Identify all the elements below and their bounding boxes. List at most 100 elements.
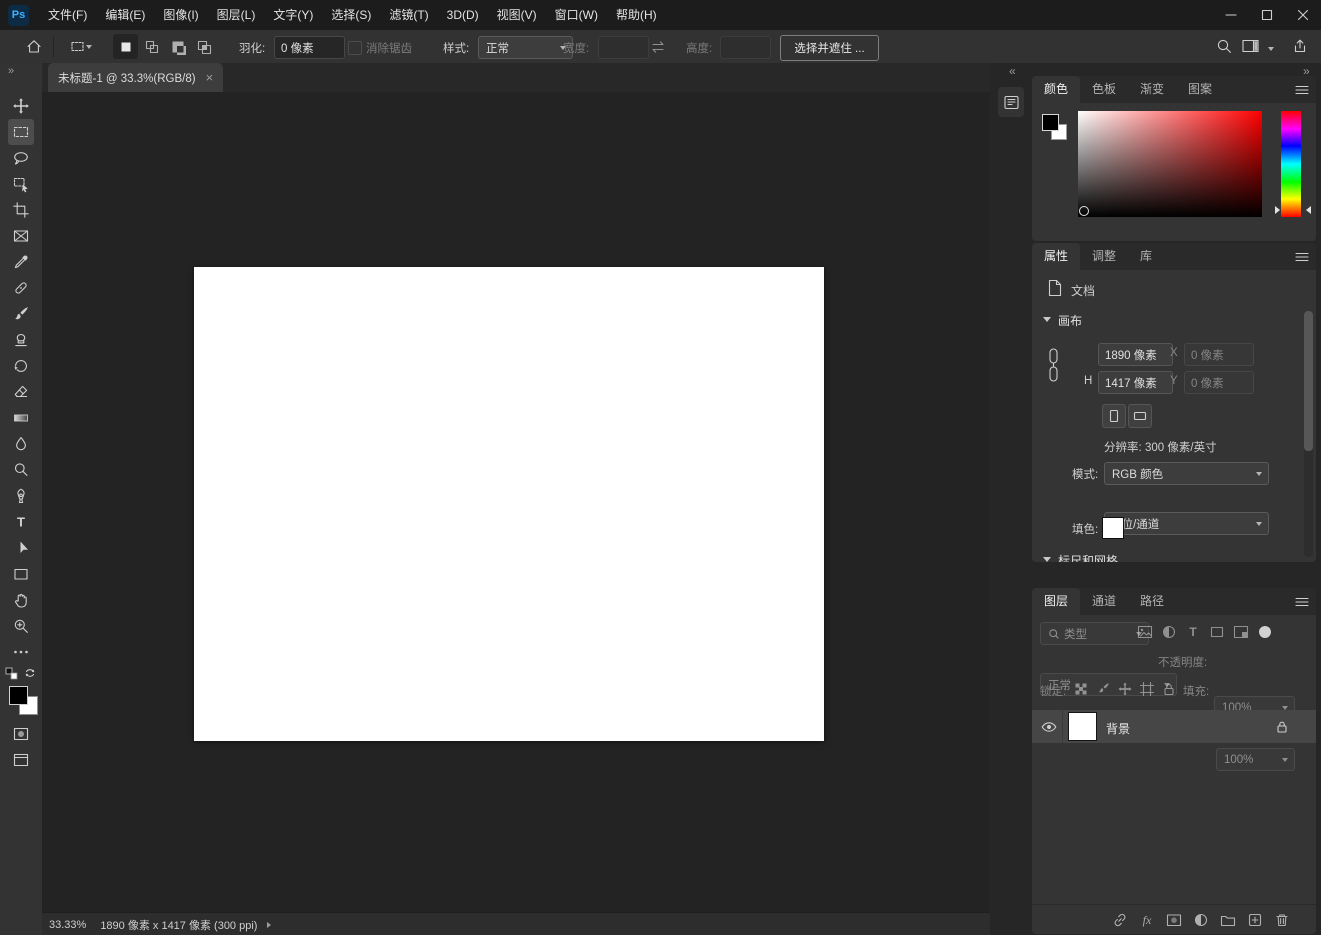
- menu-help[interactable]: 帮助(H): [607, 0, 666, 30]
- gradient-tool[interactable]: [8, 405, 34, 431]
- hue-marker-icon[interactable]: [1275, 206, 1284, 214]
- object-selection-tool[interactable]: [8, 171, 34, 197]
- minimize-button[interactable]: [1213, 0, 1249, 30]
- maximize-button[interactable]: [1249, 0, 1285, 30]
- delete-layer-icon[interactable]: [1273, 911, 1291, 929]
- style-dropdown[interactable]: 正常: [478, 36, 573, 59]
- color-mode-dropdown[interactable]: RGB 颜色: [1104, 462, 1269, 485]
- select-and-mask-button[interactable]: 选择并遮住 ...: [780, 35, 879, 61]
- move-tool[interactable]: [8, 93, 34, 119]
- intersect-selection-mode-button[interactable]: [191, 34, 216, 59]
- history-brush-tool[interactable]: [8, 353, 34, 379]
- brush-tool[interactable]: [8, 301, 34, 327]
- tab-color[interactable]: 颜色: [1032, 76, 1081, 103]
- menu-file[interactable]: 文件(F): [39, 0, 96, 30]
- tab-patterns[interactable]: 图案: [1176, 76, 1224, 103]
- layer-visibility-eye-icon[interactable]: [1040, 718, 1058, 736]
- tab-gradients[interactable]: 渐变: [1128, 76, 1176, 103]
- hand-tool[interactable]: [8, 587, 34, 613]
- canvas-width-input[interactable]: 1890 像素: [1098, 343, 1173, 366]
- menu-layer[interactable]: 图层(L): [208, 0, 265, 30]
- type-tool[interactable]: T: [8, 509, 34, 535]
- orientation-portrait-button[interactable]: [1102, 404, 1126, 428]
- document-canvas[interactable]: [194, 267, 824, 741]
- blur-tool[interactable]: [8, 431, 34, 457]
- screen-mode-icon[interactable]: [12, 751, 30, 769]
- lasso-tool[interactable]: [8, 145, 34, 171]
- menu-window[interactable]: 窗口(W): [546, 0, 607, 30]
- crop-tool[interactable]: [8, 197, 34, 223]
- lock-artboard-icon[interactable]: [1139, 681, 1155, 697]
- menu-edit[interactable]: 编辑(E): [96, 0, 154, 30]
- lock-pixels-icon[interactable]: [1095, 681, 1111, 697]
- lock-transparency-icon[interactable]: [1073, 681, 1089, 697]
- color-picker-marker[interactable]: [1079, 206, 1089, 216]
- canvas-pasteboard[interactable]: [42, 92, 990, 912]
- filter-shape-layers-icon[interactable]: [1208, 623, 1226, 641]
- scrollbar[interactable]: [1304, 311, 1313, 557]
- new-adjustment-layer-icon[interactable]: [1192, 911, 1210, 929]
- frame-tool[interactable]: [8, 223, 34, 249]
- tab-layers[interactable]: 图层: [1032, 588, 1081, 615]
- tab-libraries[interactable]: 库: [1128, 243, 1164, 270]
- panel-menu-icon[interactable]: [1288, 76, 1316, 103]
- panel-menu-icon[interactable]: [1288, 588, 1316, 615]
- close-button[interactable]: [1285, 0, 1321, 30]
- fill-dropdown[interactable]: 100%: [1216, 748, 1295, 771]
- expand-panels-icon[interactable]: «: [1009, 64, 1016, 78]
- hue-slider[interactable]: [1281, 111, 1301, 217]
- workspace-switcher-icon[interactable]: [1241, 37, 1263, 55]
- default-colors-icon[interactable]: [5, 667, 19, 681]
- tab-adjustments[interactable]: 调整: [1080, 243, 1128, 270]
- subtract-selection-mode-button[interactable]: [165, 34, 190, 59]
- canvas-fill-swatch[interactable]: [1102, 517, 1124, 539]
- toolbar-expand-icon[interactable]: »: [8, 65, 14, 77]
- layer-filter-type-dropdown[interactable]: 类型: [1040, 622, 1149, 645]
- path-selection-tool[interactable]: [8, 535, 34, 561]
- link-layers-icon[interactable]: [1111, 911, 1129, 929]
- layer-thumbnail[interactable]: [1069, 713, 1096, 740]
- filter-pixel-layers-icon[interactable]: [1136, 623, 1154, 641]
- add-layer-mask-icon[interactable]: [1165, 911, 1183, 929]
- lock-position-icon[interactable]: [1117, 681, 1133, 697]
- tab-properties[interactable]: 属性: [1032, 243, 1081, 270]
- rectangular-marquee-tool[interactable]: [8, 119, 34, 145]
- panel-menu-icon[interactable]: [1288, 243, 1316, 270]
- share-icon[interactable]: [1291, 37, 1309, 55]
- zoom-level[interactable]: 33.33%: [49, 919, 86, 931]
- menu-type[interactable]: 文字(Y): [264, 0, 322, 30]
- chevron-down-icon[interactable]: [1268, 47, 1274, 54]
- saturation-brightness-field[interactable]: [1078, 111, 1262, 217]
- pen-tool[interactable]: [8, 483, 34, 509]
- new-selection-mode-button[interactable]: [113, 34, 138, 59]
- lock-all-icon[interactable]: [1161, 681, 1177, 697]
- section-collapse-icon[interactable]: [1043, 317, 1051, 326]
- menu-view[interactable]: 视图(V): [488, 0, 546, 30]
- clone-stamp-tool[interactable]: [8, 327, 34, 353]
- hue-marker-icon[interactable]: [1302, 206, 1311, 214]
- foreground-color-swatch[interactable]: [9, 686, 28, 705]
- eyedropper-tool[interactable]: [8, 249, 34, 275]
- orientation-landscape-button[interactable]: [1128, 404, 1152, 428]
- scrollbar-thumb[interactable]: [1304, 311, 1313, 451]
- layer-effects-icon[interactable]: fx: [1138, 911, 1156, 929]
- tab-channels[interactable]: 通道: [1080, 588, 1128, 615]
- tab-swatches[interactable]: 色板: [1080, 76, 1128, 103]
- layer-row-background[interactable]: 背景: [1032, 710, 1316, 743]
- rulers-grids-section-label[interactable]: 标尺和网格: [1058, 552, 1118, 562]
- canvas-section-label[interactable]: 画布: [1058, 312, 1082, 329]
- home-icon[interactable]: [25, 37, 43, 55]
- close-tab-icon[interactable]: ×: [206, 70, 214, 85]
- canvas-height-input[interactable]: 1417 像素: [1098, 371, 1173, 394]
- menu-filter[interactable]: 滤镜(T): [380, 0, 437, 30]
- zoom-tool[interactable]: [8, 613, 34, 639]
- dodge-tool[interactable]: [8, 457, 34, 483]
- status-expand-icon[interactable]: [267, 921, 274, 928]
- layer-filter-toggle[interactable]: [1259, 626, 1271, 638]
- filter-adjustment-layers-icon[interactable]: [1160, 623, 1178, 641]
- tab-paths[interactable]: 路径: [1128, 588, 1176, 615]
- add-selection-mode-button[interactable]: [139, 34, 164, 59]
- filter-smart-objects-icon[interactable]: [1232, 623, 1250, 641]
- menu-3d[interactable]: 3D(D): [438, 0, 488, 30]
- quick-mask-icon[interactable]: [12, 725, 30, 743]
